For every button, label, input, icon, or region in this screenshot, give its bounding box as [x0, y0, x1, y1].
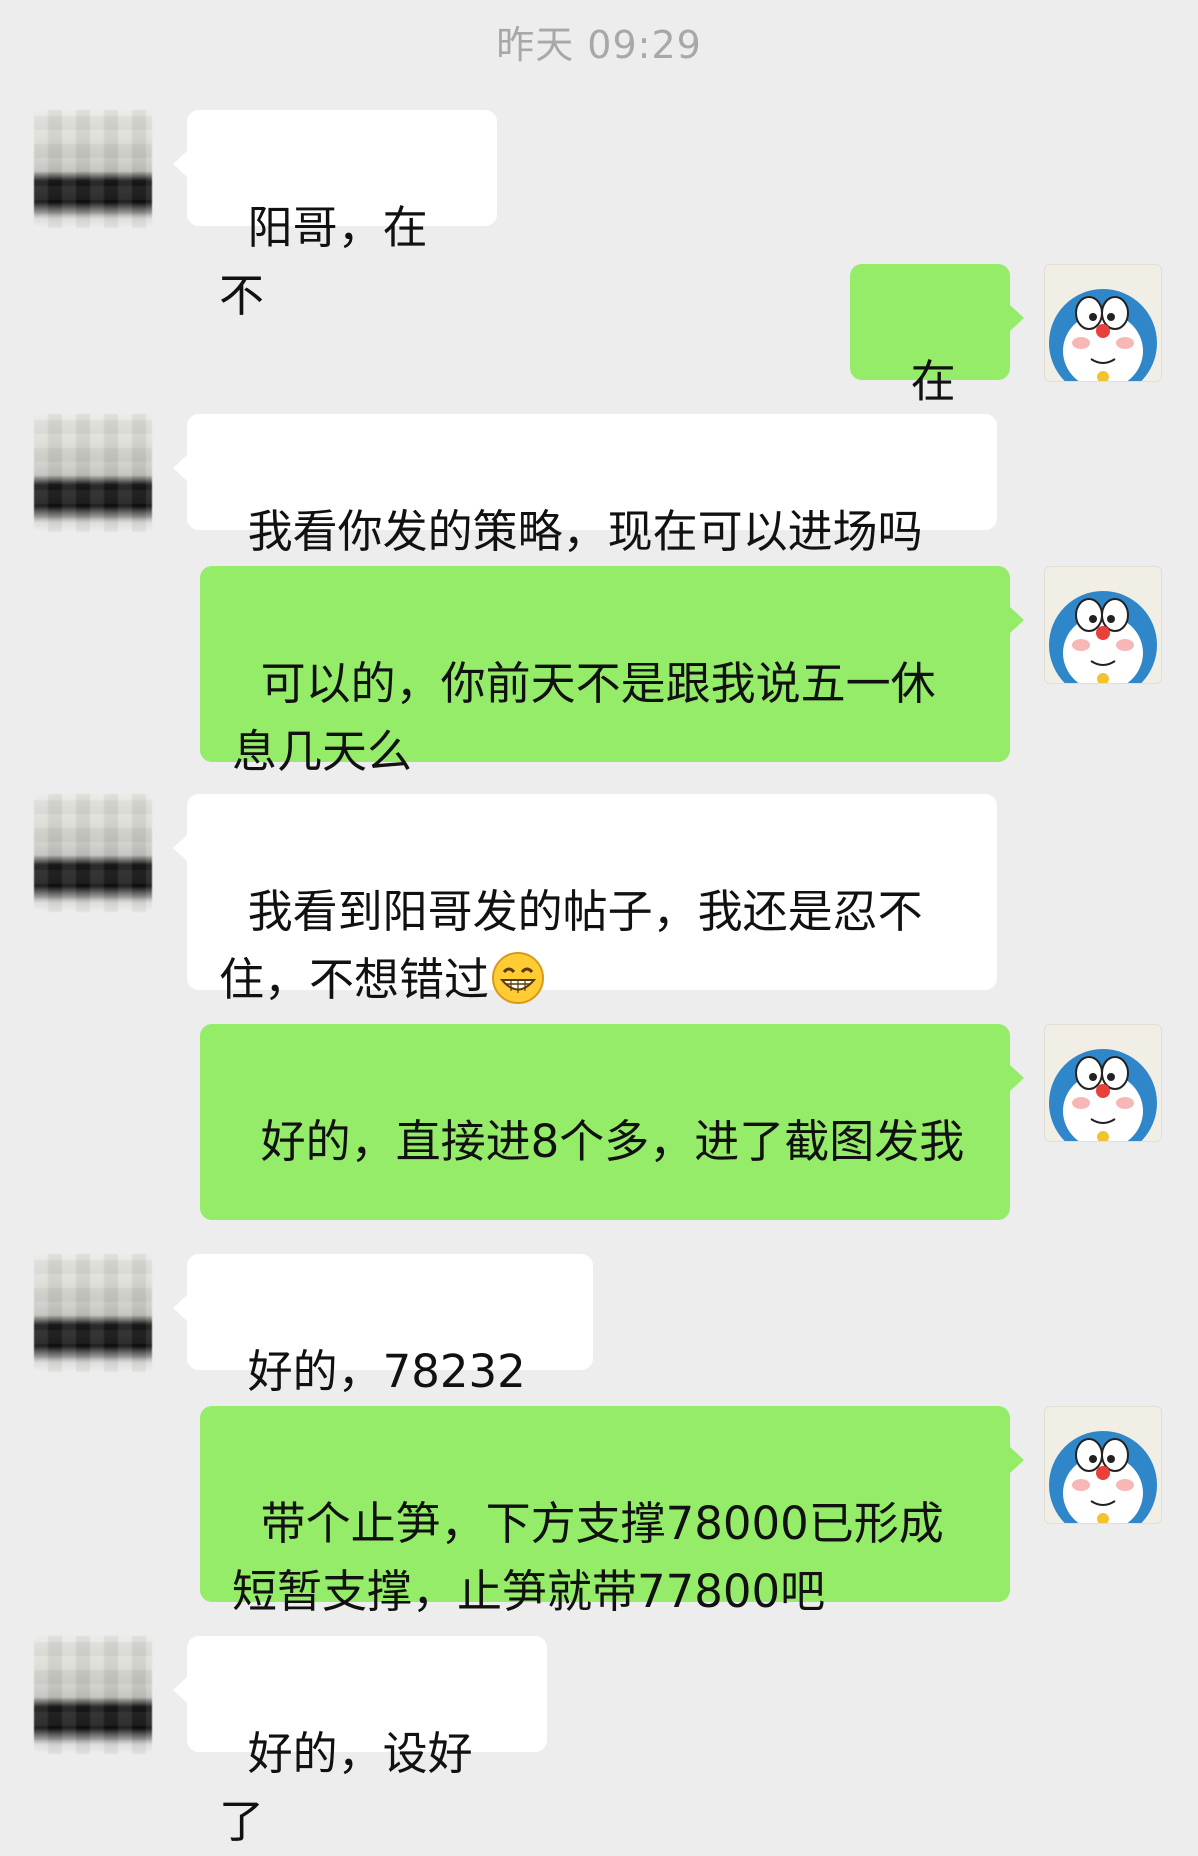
message-text: 好的，直接进8个多，进了截图发我 — [260, 1115, 965, 1168]
doraemon-avatar[interactable] — [1044, 566, 1162, 684]
contact-avatar[interactable] — [34, 794, 152, 912]
contact-avatar[interactable] — [34, 1254, 152, 1372]
message-bubble-incoming[interactable]: 我看你发的策略，现在可以进场吗 — [173, 414, 997, 558]
message-bubble-incoming[interactable]: 我看到阳哥发的帖子，我还是忍不住，不想错过 — [173, 794, 997, 1006]
message-bubble-outgoing[interactable]: 好的，直接进8个多，进了截图发我 — [200, 1024, 1024, 1220]
chat-timestamp: 昨天 09:29 — [496, 23, 702, 67]
message-text: 可以的，你前天不是跟我说五一休息几天么 — [232, 657, 936, 778]
doraemon-icon — [1049, 1431, 1157, 1523]
message-text: 我看到阳哥发的帖子，我还是忍不住，不想错过 — [219, 885, 923, 1006]
message-bubble-incoming[interactable]: 好的，78232进 — [173, 1254, 593, 1466]
message-bubble-incoming[interactable]: 阳哥，在不 — [173, 110, 497, 322]
doraemon-avatar[interactable] — [1044, 1024, 1162, 1142]
doraemon-avatar[interactable] — [1044, 1406, 1162, 1524]
doraemon-icon — [1049, 1049, 1157, 1141]
grinning-face-emoji — [492, 952, 545, 1004]
message-text: 阳哥，在不 — [219, 201, 428, 322]
message-bubble-outgoing[interactable]: 可以的，你前天不是跟我说五一休息几天么 — [200, 566, 1024, 778]
message-text: 好的，设好了 — [219, 1727, 473, 1848]
message-bubble-outgoing[interactable]: 在的 — [850, 264, 1024, 476]
message-text: 我看你发的策略，现在可以进场吗 — [247, 505, 923, 558]
doraemon-icon — [1049, 591, 1157, 683]
contact-avatar[interactable] — [34, 110, 152, 228]
doraemon-icon — [1049, 289, 1157, 381]
doraemon-avatar[interactable] — [1044, 264, 1162, 382]
message-bubble-outgoing[interactable]: 带个止笋，下方支撑78000已形成短暂支撑，止笋就带77800吧 — [200, 1406, 1024, 1618]
contact-avatar[interactable] — [34, 1636, 152, 1754]
message-text: 带个止笋，下方支撑78000已形成短暂支撑，止笋就带77800吧 — [232, 1497, 944, 1618]
contact-avatar[interactable] — [34, 414, 152, 532]
message-bubble-incoming[interactable]: 好的，设好了 — [173, 1636, 547, 1848]
